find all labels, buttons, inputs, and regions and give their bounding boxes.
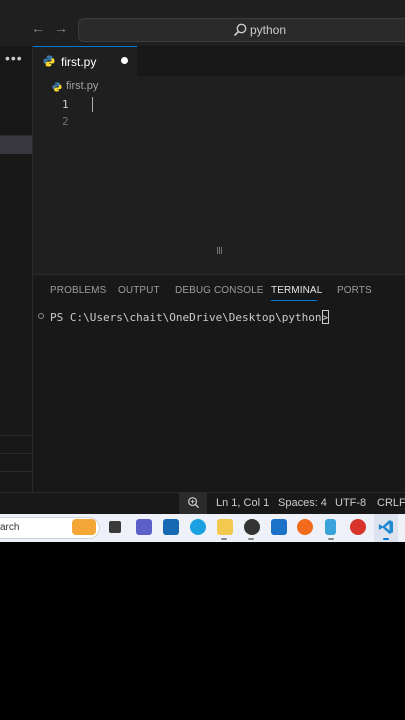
- vscode-icon: [378, 520, 393, 534]
- tab-debug-console[interactable]: DEBUG CONSOLE: [175, 285, 264, 296]
- line-number: 1: [62, 98, 69, 111]
- encoding-setting[interactable]: UTF-8: [335, 497, 366, 509]
- search-icon: [233, 23, 247, 37]
- indentation-setting[interactable]: Spaces: 4: [278, 497, 327, 509]
- text-cursor: [92, 97, 93, 112]
- tab-problems[interactable]: PROBLEMS: [50, 285, 106, 296]
- zoom-icon: [188, 497, 200, 509]
- edge-icon[interactable]: [190, 519, 206, 535]
- tab-ports[interactable]: PORTS: [337, 285, 372, 296]
- line-number: 2: [62, 115, 69, 128]
- active-indicator: [383, 538, 389, 540]
- store-icon[interactable]: [271, 519, 287, 535]
- forward-arrow-icon[interactable]: →: [54, 20, 68, 36]
- terminal-cursor: [322, 310, 329, 324]
- tab-terminal[interactable]: TERMINAL: [271, 285, 322, 296]
- running-indicator: [328, 538, 334, 540]
- wps-icon[interactable]: [350, 519, 366, 535]
- cursor-position[interactable]: Ln 1, Col 1: [216, 497, 269, 509]
- taskbar-search-text: arch: [0, 522, 20, 533]
- mouse-ibeam-icon: Ⅲ: [216, 246, 223, 257]
- python-file-icon: [43, 55, 55, 67]
- running-indicator: [248, 538, 254, 540]
- task-view-icon[interactable]: [109, 521, 121, 533]
- sidebar-divider: [0, 435, 32, 436]
- tab-label: first.py: [61, 55, 97, 69]
- editor-area[interactable]: [33, 76, 405, 274]
- eol-setting[interactable]: CRLF: [377, 497, 405, 509]
- running-indicator: [221, 538, 227, 540]
- firefox-icon[interactable]: [297, 519, 313, 535]
- notepad-icon[interactable]: [325, 519, 336, 535]
- sidebar-divider: [0, 471, 32, 472]
- active-tab-indicator: [271, 300, 317, 301]
- tab-output[interactable]: OUTPUT: [118, 285, 160, 296]
- sidebar-divider: [0, 135, 32, 136]
- chrome-icon[interactable]: [244, 519, 260, 535]
- bottom-panel: [33, 275, 405, 492]
- command-decoration-icon[interactable]: [38, 313, 44, 319]
- sidebar-divider: [0, 453, 32, 454]
- breadcrumb[interactable]: first.py: [66, 80, 98, 92]
- dell-icon[interactable]: [163, 519, 179, 535]
- teams-icon[interactable]: [136, 519, 152, 535]
- file-explorer-icon[interactable]: [217, 519, 233, 535]
- command-center-text: python: [250, 23, 287, 37]
- terminal-prompt[interactable]: PS C:\Users\chait\OneDrive\Desktop\pytho…: [50, 311, 328, 324]
- python-file-icon: [52, 82, 62, 92]
- back-arrow-icon[interactable]: ←: [31, 20, 45, 36]
- widgets-icon[interactable]: [72, 519, 96, 535]
- sidebar-selected-item[interactable]: [0, 136, 32, 154]
- more-actions-icon[interactable]: •••: [5, 50, 23, 66]
- unsaved-dot-icon[interactable]: [121, 57, 128, 64]
- sidebar: [0, 46, 32, 492]
